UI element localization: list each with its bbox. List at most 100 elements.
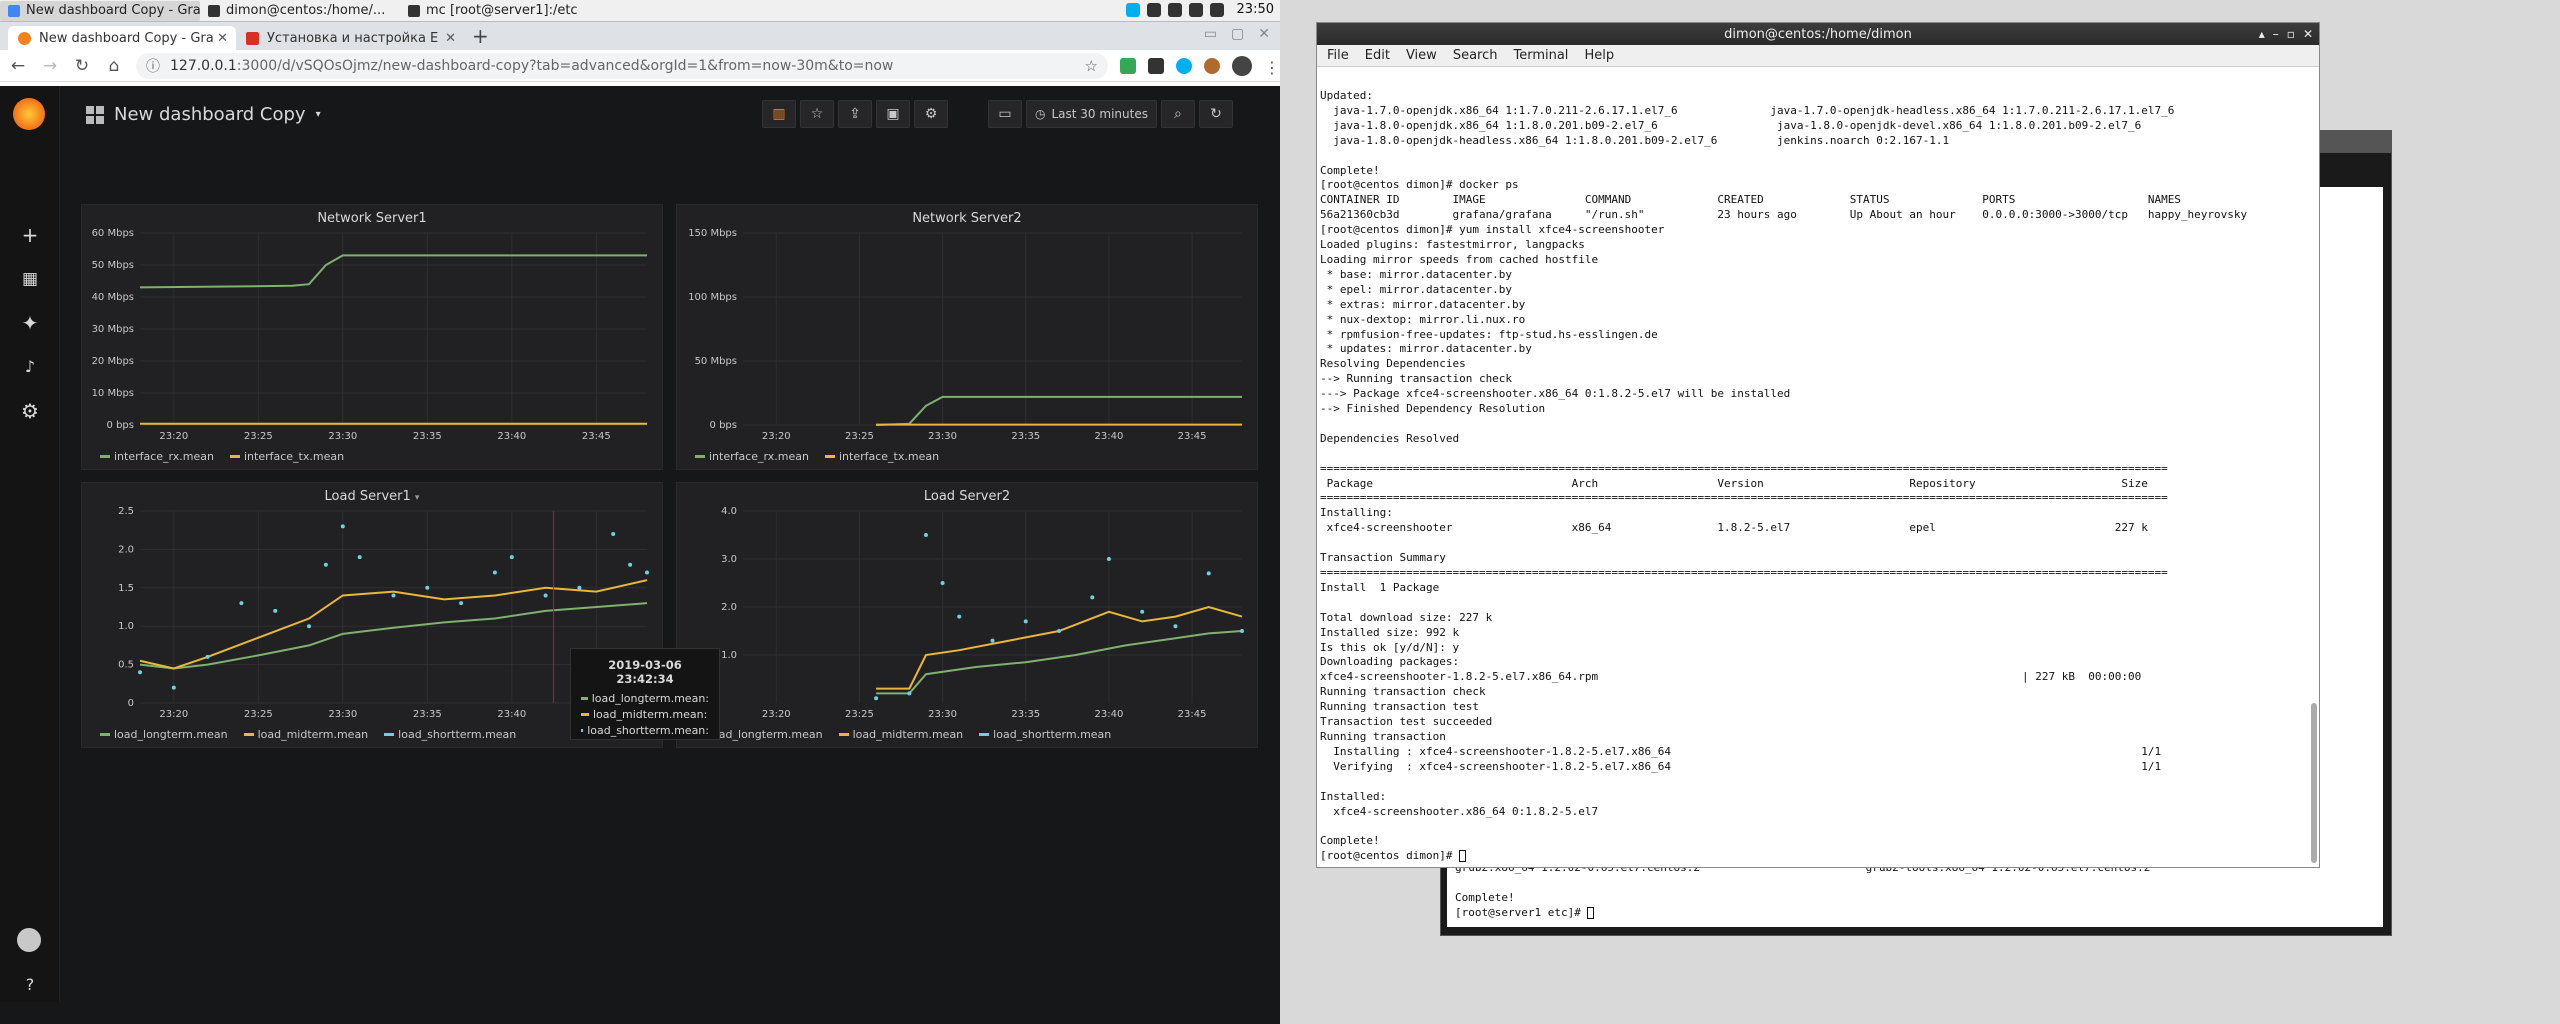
menu-help[interactable]: Help [1584, 48, 1614, 63]
skype-extension-icon[interactable] [1176, 57, 1192, 74]
site-favicon-icon [246, 31, 259, 45]
new-tab-button[interactable]: + [472, 24, 489, 48]
menu-search[interactable]: Search [1453, 48, 1498, 63]
skype-icon[interactable] [1125, 2, 1140, 17]
close-window-icon[interactable]: ✕ [1258, 26, 1270, 42]
x-tick-label: 23:40 [1095, 709, 1124, 720]
bookmark-star-icon[interactable]: ☆ [1085, 57, 1098, 75]
x-tick-label: 23:20 [762, 431, 791, 442]
legend-item[interactable]: interface_tx.mean [230, 450, 344, 463]
menu-edit[interactable]: Edit [1365, 48, 1390, 63]
tab-grafana[interactable]: New dashboard Copy - Gra ✕ [8, 26, 236, 50]
legend: load_longterm.mean load_midterm.mean loa… [695, 728, 1111, 741]
scrollbar-thumb[interactable] [2311, 703, 2317, 863]
cookie-extension-icon[interactable] [1204, 57, 1220, 74]
data-point [874, 696, 879, 701]
x-tick-label: 23:30 [328, 709, 357, 720]
legend-item[interactable]: interface_rx.mean [100, 450, 214, 463]
time-toolbar: ▭ ◷ Last 30 minutes ⌕ ↻ [988, 100, 1233, 128]
panel-load-server2[interactable]: Load Server2 4.0 3.0 2.0 1.0 23:20 23:25 23:30… [676, 482, 1258, 748]
terminal-icon [408, 4, 420, 17]
star-button[interactable]: ☆ [800, 100, 834, 128]
task-terminal-mc[interactable]: mc [root@server1]:/etc [400, 1, 600, 21]
panel-network-server2[interactable]: Network Server2 150 Mbps 100 Mbps 50 Mbps 0… [676, 204, 1258, 470]
tab-setup[interactable]: Установка и настройка E ✕ [236, 26, 464, 50]
profile-avatar-icon[interactable] [1232, 55, 1252, 76]
menu-kebab-icon[interactable]: ⋮ [1264, 58, 1280, 77]
minimize-icon[interactable]: – [2273, 27, 2279, 41]
tab-bar: New dashboard Copy - Gra ✕ Установка и на… [0, 22, 1280, 50]
y-tick-label: 100 Mbps [688, 292, 737, 303]
dashboard-title[interactable]: New dashboard Copy ▾ [86, 104, 321, 125]
add-panel-button[interactable]: ▥ [762, 100, 796, 128]
task-label: mc [root@server1]:/etc [426, 3, 578, 18]
refresh-button[interactable]: ↻ [1198, 100, 1233, 128]
legend: interface_rx.mean interface_tx.mean [100, 450, 344, 463]
legend-item[interactable]: interface_tx.mean [825, 450, 939, 463]
data-point [205, 654, 210, 659]
legend-item[interactable]: load_midterm.mean [838, 728, 963, 741]
alerting-bell-icon[interactable]: ♪ [17, 354, 43, 380]
volume-icon[interactable] [1209, 2, 1224, 17]
side-menu: + ▦ ✦ ♪ ⚙ ? [0, 86, 60, 1002]
forward-icon[interactable]: → [40, 56, 60, 76]
y-tick-label: 30 Mbps [92, 324, 134, 335]
tab-label: New dashboard Copy - Gra [39, 30, 214, 46]
legend-item[interactable]: load_shortterm.mean [979, 728, 1111, 741]
data-point [1106, 557, 1111, 561]
time-picker[interactable]: ◷ Last 30 minutes [1026, 100, 1157, 128]
task-label: dimon@centos:/home/... [226, 3, 386, 18]
clock-icon: ◷ [1035, 107, 1046, 121]
maximize-icon[interactable]: ▫ [2287, 27, 2295, 41]
task-terminal-dimon[interactable]: dimon@centos:/home/... [200, 1, 400, 21]
home-icon[interactable]: ⌂ [104, 56, 124, 76]
share-button[interactable]: ⇪ [838, 100, 872, 128]
panel-network-server1[interactable]: Network Server1 60 Mbps 50 Mbps 40 Mbps 30 … [81, 204, 663, 470]
monitor-extension-icon[interactable] [1148, 57, 1164, 74]
menu-file[interactable]: File [1327, 48, 1349, 63]
x-tick-label: 23:20 [159, 709, 188, 720]
menu-view[interactable]: View [1406, 48, 1437, 63]
menu-terminal[interactable]: Terminal [1513, 48, 1568, 63]
close-icon[interactable]: ✕ [2303, 27, 2313, 41]
user-avatar-icon[interactable] [17, 928, 41, 952]
legend-item[interactable]: interface_rx.mean [695, 450, 809, 463]
shield-extension-icon[interactable] [1120, 57, 1136, 74]
tv-mode-button[interactable]: ▭ [988, 100, 1022, 128]
y-tick-label: 0.5 [118, 660, 134, 671]
clock[interactable]: 23:50 [1237, 2, 1274, 17]
tooltip-row: load_longterm.mean: [581, 692, 709, 705]
back-icon[interactable]: ← [8, 56, 28, 76]
dashboards-icon[interactable]: ▦ [17, 266, 43, 292]
menu-bar: File Edit View Search Terminal Help [1317, 45, 2319, 67]
explore-icon[interactable]: ✦ [17, 310, 43, 336]
battery-icon[interactable] [1188, 2, 1203, 17]
data-point [459, 601, 464, 606]
close-tab-icon[interactable]: ✕ [217, 31, 228, 46]
zoom-out-button[interactable]: ⌕ [1160, 100, 1195, 128]
info-icon[interactable]: ⓘ [146, 56, 160, 76]
address-bar[interactable]: ⓘ 127.0.0.1:3000/d/vSQOsOjmz/new-dashboa… [136, 52, 1108, 79]
shade-icon[interactable]: ▴ [2259, 27, 2265, 41]
close-tab-icon[interactable]: ✕ [445, 31, 456, 46]
grafana-logo-icon[interactable] [13, 98, 45, 130]
legend-item[interactable]: load_shortterm.mean [384, 728, 516, 741]
settings-button[interactable]: ⚙ [914, 100, 948, 128]
task-chrome[interactable]: New dashboard Copy - Gra [0, 0, 200, 21]
maximize-icon[interactable]: ▢ [1231, 26, 1244, 42]
terminal-window-dimon[interactable]: dimon@centos:/home/dimon ▴ – ▫ ✕ File Edit Vi… [1316, 22, 2320, 868]
create-icon[interactable]: + [17, 222, 43, 248]
terminal-output: Updated: java-1.7.0-openjdk.x86_64 1:1.7… [1320, 89, 2248, 863]
reload-icon[interactable]: ↻ [72, 56, 92, 76]
legend-item[interactable]: load_longterm.mean [100, 728, 228, 741]
legend-item[interactable]: load_midterm.mean [243, 728, 368, 741]
help-icon[interactable]: ? [17, 972, 43, 998]
title-bar[interactable]: dimon@centos:/home/dimon ▴ – ▫ ✕ [1317, 23, 2319, 45]
save-button[interactable]: ▣ [876, 100, 910, 128]
wifi-icon[interactable] [1167, 2, 1182, 17]
minimize-icon[interactable]: ▭ [1204, 26, 1217, 42]
x-tick-label: 23:25 [845, 709, 874, 720]
clipboard-icon[interactable] [1146, 2, 1161, 17]
configuration-gear-icon[interactable]: ⚙ [17, 398, 43, 424]
system-tray: 23:50 [1125, 2, 1274, 17]
